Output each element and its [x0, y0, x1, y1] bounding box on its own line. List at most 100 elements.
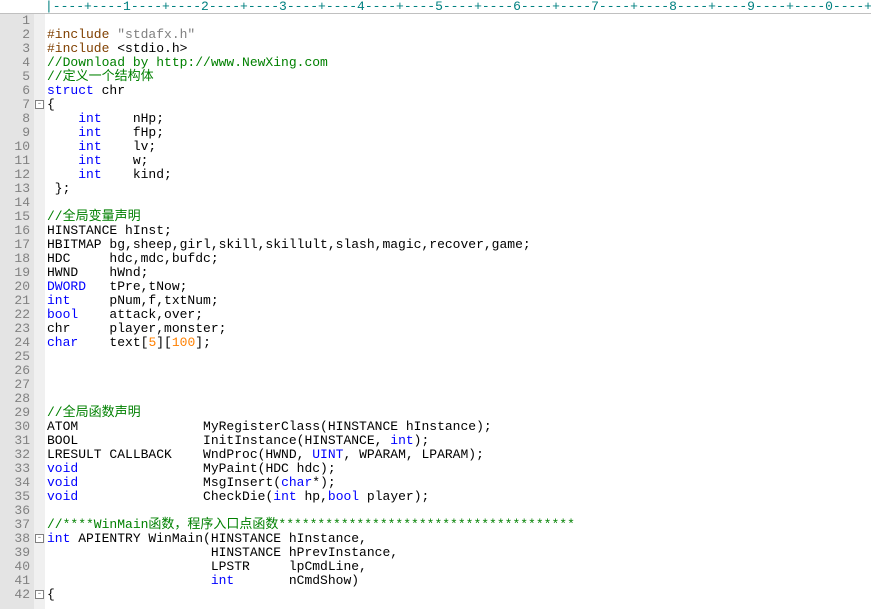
code-token: LPSTR lpCmdLine,	[47, 559, 367, 574]
line-number[interactable]: 40	[0, 560, 30, 574]
line-number[interactable]: 3	[0, 42, 30, 56]
code-line[interactable]: bool attack,over;	[45, 308, 871, 322]
code-line[interactable]: HBITMAP bg,sheep,girl,skill,skillult,sla…	[45, 238, 871, 252]
line-number[interactable]: 29	[0, 406, 30, 420]
fold-marker[interactable]: -	[34, 98, 45, 112]
line-number[interactable]: 39	[0, 546, 30, 560]
code-token: struct	[47, 83, 94, 98]
code-line[interactable]	[45, 392, 871, 406]
code-line[interactable]: {	[45, 98, 871, 112]
line-number[interactable]: 2	[0, 28, 30, 42]
line-number[interactable]: 23	[0, 322, 30, 336]
code-line[interactable]: void MyPaint(HDC hdc);	[45, 462, 871, 476]
line-number[interactable]: 8	[0, 112, 30, 126]
line-number[interactable]: 31	[0, 434, 30, 448]
code-line[interactable]: int kind;	[45, 168, 871, 182]
code-token: lv;	[102, 139, 157, 154]
fold-marker	[34, 350, 45, 364]
fold-marker[interactable]: -	[34, 532, 45, 546]
code-line[interactable]: int nCmdShow)	[45, 574, 871, 588]
line-number[interactable]: 26	[0, 364, 30, 378]
code-line[interactable]	[45, 364, 871, 378]
line-number[interactable]: 41	[0, 574, 30, 588]
fold-toggle-icon[interactable]: -	[35, 100, 44, 109]
line-number[interactable]: 10	[0, 140, 30, 154]
code-line[interactable]: #include <stdio.h>	[45, 42, 871, 56]
line-number[interactable]: 1	[0, 14, 30, 28]
code-line[interactable]: char text[5][100];	[45, 336, 871, 350]
code-line[interactable]: int lv;	[45, 140, 871, 154]
line-number[interactable]: 12	[0, 168, 30, 182]
code-line[interactable]	[45, 378, 871, 392]
line-number[interactable]: 15	[0, 210, 30, 224]
line-number[interactable]: 42	[0, 588, 30, 602]
line-number[interactable]: 24	[0, 336, 30, 350]
line-number[interactable]: 34	[0, 476, 30, 490]
line-number[interactable]: 35	[0, 490, 30, 504]
line-number[interactable]: 7	[0, 98, 30, 112]
line-number[interactable]: 20	[0, 280, 30, 294]
code-line[interactable]: HINSTANCE hPrevInstance,	[45, 546, 871, 560]
line-number[interactable]: 6	[0, 84, 30, 98]
code-line[interactable]: //全局变量声明	[45, 210, 871, 224]
code-token: bool	[328, 489, 359, 504]
line-number[interactable]: 30	[0, 420, 30, 434]
code-line[interactable]: LRESULT CALLBACK WndProc(HWND, UINT, WPA…	[45, 448, 871, 462]
code-line[interactable]	[45, 14, 871, 28]
line-number[interactable]: 21	[0, 294, 30, 308]
line-number[interactable]: 38	[0, 532, 30, 546]
line-number[interactable]: 33	[0, 462, 30, 476]
code-line[interactable]: int fHp;	[45, 126, 871, 140]
code-line[interactable]: //全局函数声明	[45, 406, 871, 420]
code-line[interactable]	[45, 350, 871, 364]
code-line[interactable]: //****WinMain函数，程序入口点函数*****************…	[45, 518, 871, 532]
fold-column[interactable]: - - -	[34, 14, 45, 609]
code-line[interactable]: int nHp;	[45, 112, 871, 126]
code-line[interactable]: void MsgInsert(char*);	[45, 476, 871, 490]
code-line[interactable]: int w;	[45, 154, 871, 168]
line-number[interactable]: 32	[0, 448, 30, 462]
fold-marker	[34, 518, 45, 532]
code-line[interactable]: HDC hdc,mdc,bufdc;	[45, 252, 871, 266]
line-number[interactable]: 5	[0, 70, 30, 84]
code-line[interactable]: {	[45, 588, 871, 602]
line-number[interactable]: 19	[0, 266, 30, 280]
line-number[interactable]: 25	[0, 350, 30, 364]
line-number[interactable]: 28	[0, 392, 30, 406]
code-line[interactable]: int APIENTRY WinMain(HINSTANCE hInstance…	[45, 532, 871, 546]
code-text-area[interactable]: #include "stdafx.h"#include <stdio.h>//D…	[45, 14, 871, 609]
code-area[interactable]: 1234567891011121314151617181920212223242…	[0, 14, 871, 609]
fold-marker[interactable]: -	[34, 588, 45, 602]
line-number[interactable]: 13	[0, 182, 30, 196]
code-line[interactable]: struct chr	[45, 84, 871, 98]
line-number[interactable]: 37	[0, 518, 30, 532]
line-number[interactable]: 14	[0, 196, 30, 210]
code-line[interactable]: };	[45, 182, 871, 196]
line-number[interactable]: 17	[0, 238, 30, 252]
code-line[interactable]: //Download by http://www.NewXing.com	[45, 56, 871, 70]
fold-toggle-icon[interactable]: -	[35, 534, 44, 543]
code-line[interactable]: chr player,monster;	[45, 322, 871, 336]
code-line[interactable]: void CheckDie(int hp,bool player);	[45, 490, 871, 504]
code-line[interactable]: BOOL InitInstance(HINSTANCE, int);	[45, 434, 871, 448]
line-number-gutter[interactable]: 1234567891011121314151617181920212223242…	[0, 14, 34, 609]
code-line[interactable]: //定义一个结构体	[45, 70, 871, 84]
code-line[interactable]: LPSTR lpCmdLine,	[45, 560, 871, 574]
line-number[interactable]: 22	[0, 308, 30, 322]
code-line[interactable]: DWORD tPre,tNow;	[45, 280, 871, 294]
line-number[interactable]: 16	[0, 224, 30, 238]
code-line[interactable]: #include "stdafx.h"	[45, 28, 871, 42]
line-number[interactable]: 18	[0, 252, 30, 266]
code-line[interactable]: HWND hWnd;	[45, 266, 871, 280]
code-line[interactable]: int pNum,f,txtNum;	[45, 294, 871, 308]
line-number[interactable]: 27	[0, 378, 30, 392]
code-line[interactable]	[45, 504, 871, 518]
code-line[interactable]: ATOM MyRegisterClass(HINSTANCE hInstance…	[45, 420, 871, 434]
line-number[interactable]: 11	[0, 154, 30, 168]
line-number[interactable]: 36	[0, 504, 30, 518]
line-number[interactable]: 9	[0, 126, 30, 140]
code-line[interactable]	[45, 196, 871, 210]
code-line[interactable]: HINSTANCE hInst;	[45, 224, 871, 238]
fold-toggle-icon[interactable]: -	[35, 590, 44, 599]
line-number[interactable]: 4	[0, 56, 30, 70]
